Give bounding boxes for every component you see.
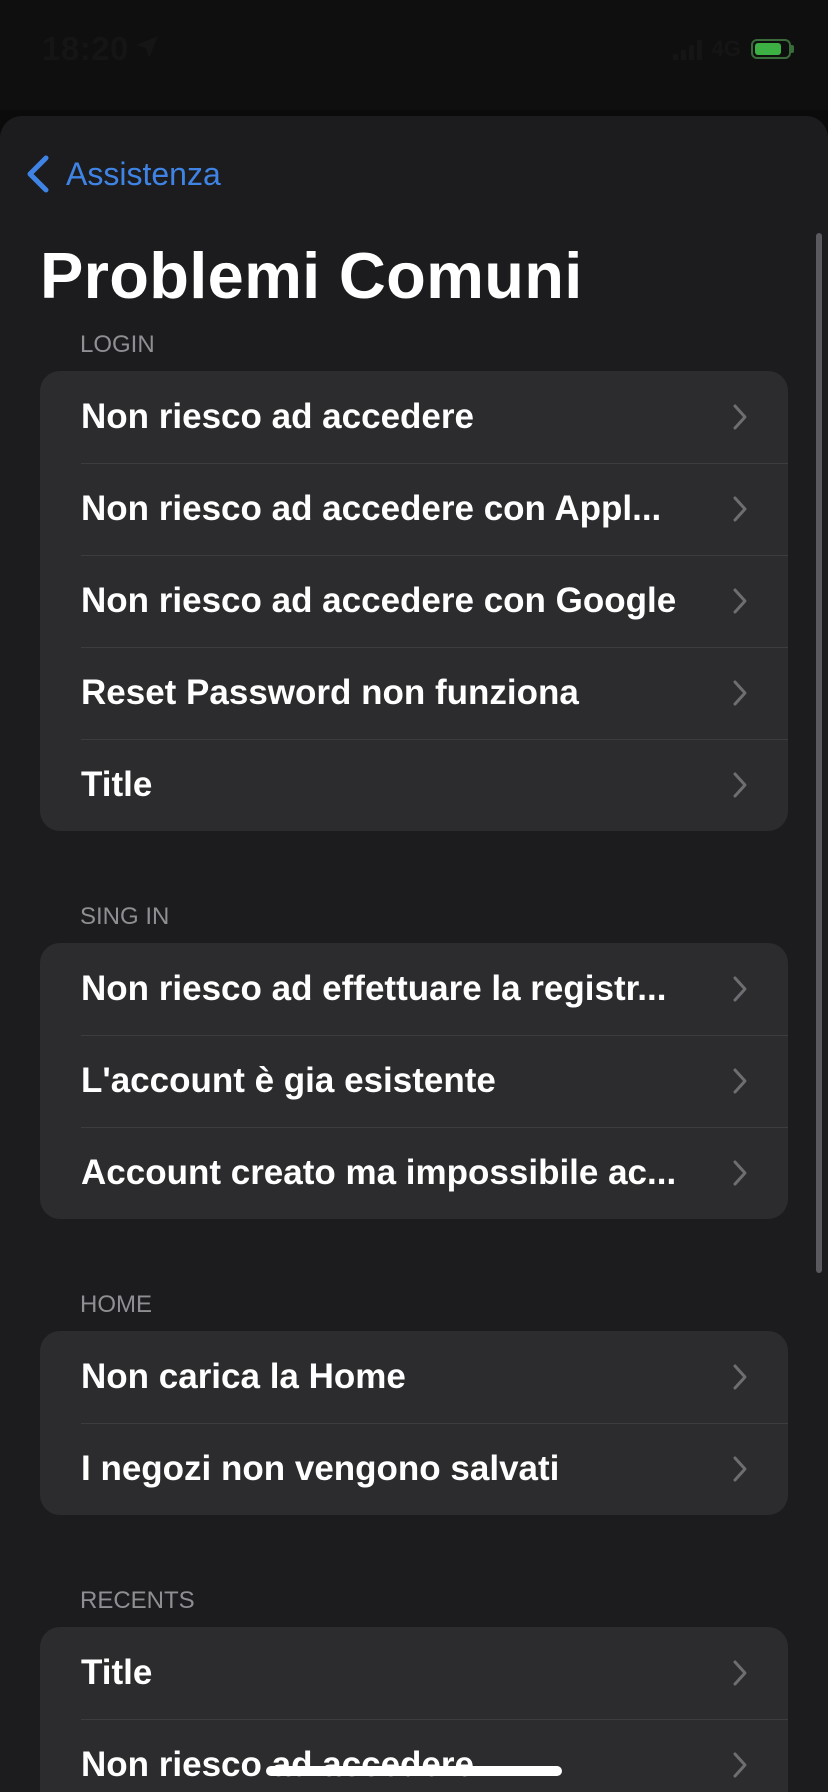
list-item[interactable]: Non riesco ad accedere con Appl...	[40, 463, 788, 555]
chevron-right-icon	[733, 1456, 747, 1482]
list-item-label: Title	[81, 765, 153, 804]
chevron-right-icon	[733, 680, 747, 706]
list-item[interactable]: Non riesco ad accedere	[40, 371, 788, 463]
chevron-right-icon	[733, 1160, 747, 1186]
chevron-right-icon	[733, 1752, 747, 1778]
status-bar: 18:20 4G	[0, 0, 828, 110]
page-title: Problemi Comuni	[40, 239, 583, 312]
chevron-right-icon	[733, 772, 747, 798]
list-item-label: I negozi non vengono salvati	[81, 1449, 560, 1488]
list-item[interactable]: Non carica la Home	[40, 1331, 788, 1423]
list-item[interactable]: Non riesco ad accedere	[40, 1719, 788, 1792]
list-item-label: Non riesco ad accedere	[81, 397, 474, 436]
chevron-right-icon	[733, 1660, 747, 1686]
list-item[interactable]: L'account è gia esistente	[40, 1035, 788, 1127]
list-item[interactable]: I negozi non vengono salvati	[40, 1423, 788, 1515]
chevron-right-icon	[733, 496, 747, 522]
list-item-label: Non carica la Home	[81, 1357, 406, 1396]
list-item[interactable]: Title	[40, 1627, 788, 1719]
help-sheet: Assistenza Problemi Comuni LOGIN Non ries…	[0, 116, 828, 1792]
battery-icon	[751, 39, 794, 59]
network-label: 4G	[711, 36, 741, 61]
section-header: LOGIN	[80, 331, 155, 358]
list-item[interactable]: Reset Password non funziona	[40, 647, 788, 739]
chevron-right-icon	[733, 588, 747, 614]
list-group: Non riesco ad accedere Non riesco ad acce…	[40, 371, 788, 831]
chevron-left-icon	[27, 155, 49, 193]
list-item[interactable]: Title	[40, 739, 788, 831]
signal-icon	[672, 38, 702, 60]
list-item[interactable]: Non riesco ad accedere con Google	[40, 555, 788, 647]
list-item-label: Non riesco ad effettuare la registr...	[81, 969, 667, 1008]
list-item-label: Reset Password non funziona	[81, 673, 579, 712]
back-label: Assistenza	[66, 155, 221, 192]
list-item[interactable]: Non riesco ad effettuare la registr...	[40, 943, 788, 1035]
list-item-label: Non riesco ad accedere	[81, 1745, 474, 1784]
list-item-label: L'account è gia esistente	[81, 1061, 496, 1100]
back-button[interactable]: Assistenza	[24, 154, 221, 194]
scrollbar[interactable]	[816, 233, 822, 1273]
list-item-label: Title	[81, 1653, 153, 1692]
home-indicator[interactable]	[266, 1766, 562, 1776]
chevron-right-icon	[733, 1068, 747, 1094]
section-home: HOME Non carica la Home I negozi non vengo…	[40, 1291, 788, 1515]
list-item-label: Non riesco ad accedere con Appl...	[81, 489, 662, 528]
list-group: Non riesco ad effettuare la registr... L'…	[40, 943, 788, 1219]
chevron-right-icon	[733, 1364, 747, 1390]
section-recents: RECENTS Title Non riesco ad accedere	[40, 1587, 788, 1792]
section-sing-in: SING IN Non riesco ad effettuare la regis…	[40, 903, 788, 1219]
section-header: RECENTS	[80, 1587, 195, 1614]
location-arrow-icon	[136, 36, 158, 58]
chevron-right-icon	[733, 404, 747, 430]
list-item[interactable]: Account creato ma impossibile ac...	[40, 1127, 788, 1219]
section-header: SING IN	[80, 903, 170, 930]
list-item-label: Non riesco ad accedere con Google	[81, 581, 677, 620]
list-group: Non carica la Home I negozi non vengono s…	[40, 1331, 788, 1515]
section-header: HOME	[80, 1291, 152, 1318]
section-login: LOGIN Non riesco ad accedere Non riesco ad…	[40, 331, 788, 831]
list-item-label: Account creato ma impossibile ac...	[81, 1153, 677, 1192]
status-indicators: 4G	[672, 36, 794, 62]
chevron-right-icon	[733, 976, 747, 1002]
status-time: 18:20	[42, 30, 129, 67]
